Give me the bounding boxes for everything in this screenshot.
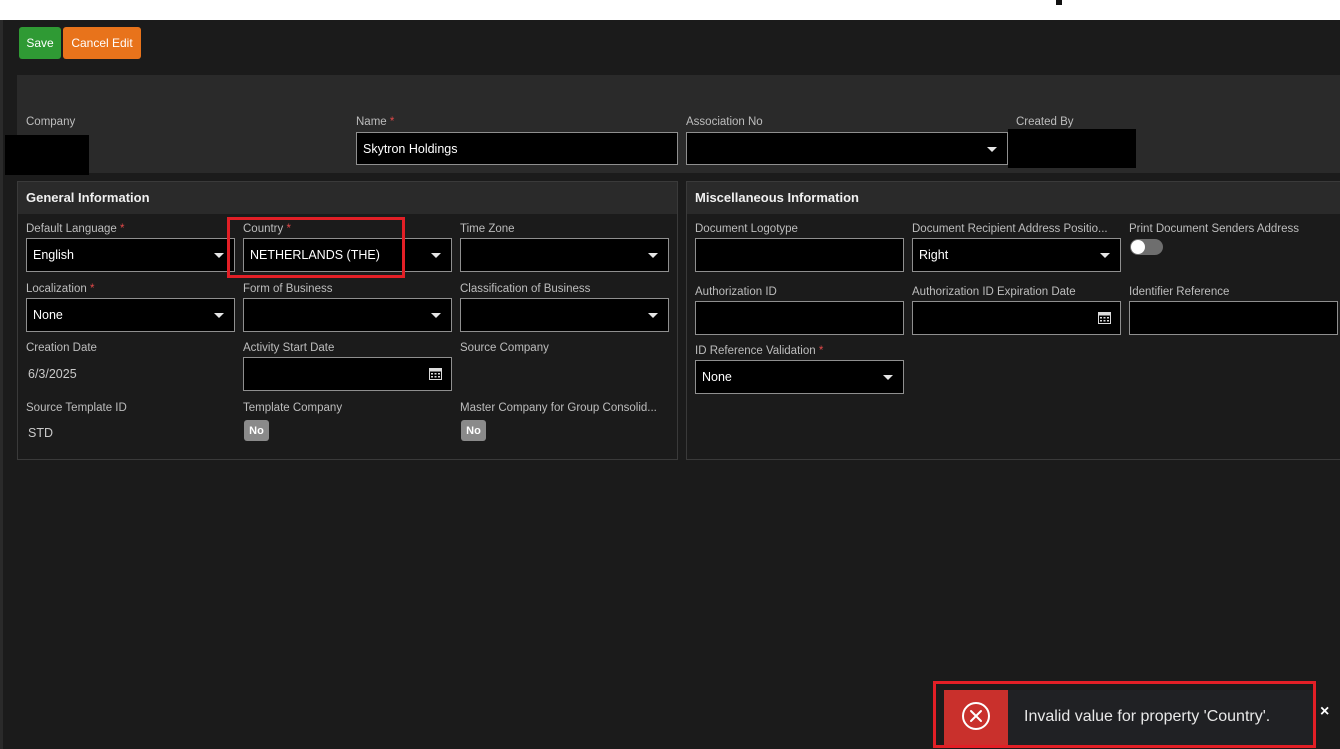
chevron-down-icon	[431, 313, 441, 318]
recipient-address-position-label: Document Recipient Address Positio...	[912, 223, 1108, 235]
cancel-edit-button[interactable]: Cancel Edit	[63, 27, 141, 59]
template-company-label: Template Company	[243, 402, 343, 414]
chevron-down-icon	[214, 313, 224, 318]
id-reference-validation-label: ID Reference Validation *	[695, 345, 824, 357]
toast-close-icon[interactable]: ×	[1320, 703, 1329, 721]
master-company-badge: No	[461, 420, 486, 441]
time-zone-label: Time Zone	[460, 223, 515, 235]
identifier-reference-label: Identifier Reference	[1129, 286, 1230, 298]
time-zone-select[interactable]	[460, 238, 669, 272]
general-information-panel: General Information Default Language * E…	[17, 181, 678, 460]
source-template-id-value: STD	[28, 426, 53, 440]
association-no-select[interactable]	[686, 132, 1008, 165]
miscellaneous-information-panel: Miscellaneous Information Document Logot…	[686, 181, 1340, 460]
localization-select[interactable]: None	[26, 298, 235, 332]
chevron-down-icon	[648, 253, 658, 258]
company-value-redacted	[5, 135, 89, 175]
document-logotype-label: Document Logotype	[695, 223, 798, 235]
association-no-label: Association No	[686, 116, 763, 128]
authorization-id-input[interactable]	[695, 301, 904, 335]
source-template-id-label: Source Template ID	[26, 402, 127, 414]
country-label: Country *	[243, 223, 291, 235]
authorization-id-expiration-input[interactable]	[912, 301, 1121, 335]
chevron-down-icon	[214, 253, 224, 258]
chevron-down-icon	[648, 313, 658, 318]
created-by-value-redacted	[1008, 129, 1136, 168]
form-of-business-label: Form of Business	[243, 283, 333, 295]
form-of-business-select[interactable]	[243, 298, 452, 332]
miscellaneous-information-header: Miscellaneous Information	[687, 182, 1340, 214]
calendar-icon[interactable]	[1098, 311, 1111, 324]
source-company-label: Source Company	[460, 342, 549, 354]
top-bar-mark	[1056, 0, 1062, 5]
chevron-down-icon	[431, 253, 441, 258]
panel-title: General Information	[26, 190, 150, 205]
country-select[interactable]: NETHERLANDS (THE)	[243, 238, 452, 272]
creation-date-label: Creation Date	[26, 342, 97, 354]
error-circle-x-icon	[961, 701, 991, 734]
name-input[interactable]: Skytron Holdings	[356, 132, 678, 165]
print-senders-address-label: Print Document Senders Address	[1129, 223, 1300, 235]
default-language-label: Default Language *	[26, 223, 125, 235]
name-label: Name *	[356, 116, 395, 128]
header-panel: Company Name * Skytron Holdings Associat…	[5, 75, 1340, 175]
toast-icon-box	[944, 690, 1008, 745]
error-toast: Invalid value for property 'Country'.	[944, 690, 1314, 745]
identifier-reference-input[interactable]	[1129, 301, 1338, 335]
panel-title: Miscellaneous Information	[695, 190, 859, 205]
created-by-label: Created By	[1016, 116, 1074, 128]
id-reference-validation-select[interactable]: None	[695, 360, 904, 394]
save-button[interactable]: Save	[19, 27, 61, 59]
default-language-select[interactable]: English	[26, 238, 235, 272]
chevron-down-icon	[1100, 253, 1110, 258]
creation-date-value: 6/3/2025	[28, 367, 77, 381]
template-company-badge: No	[244, 420, 269, 441]
left-edge	[0, 20, 3, 749]
print-senders-address-toggle[interactable]	[1130, 239, 1163, 255]
general-information-header: General Information	[18, 182, 677, 214]
chevron-down-icon	[987, 147, 997, 152]
recipient-address-position-select[interactable]: Right	[912, 238, 1121, 272]
toggle-knob	[1131, 240, 1145, 254]
toast-message: Invalid value for property 'Country'.	[1024, 708, 1271, 725]
top-bar	[0, 0, 1340, 20]
localization-label: Localization *	[26, 283, 95, 295]
company-label: Company	[26, 116, 76, 128]
calendar-icon[interactable]	[429, 367, 442, 380]
activity-start-date-input[interactable]	[243, 357, 452, 391]
chevron-down-icon	[883, 375, 893, 380]
classification-of-business-label: Classification of Business	[460, 283, 591, 295]
classification-of-business-select[interactable]	[460, 298, 669, 332]
authorization-id-label: Authorization ID	[695, 286, 777, 298]
master-company-label: Master Company for Group Consolid...	[460, 402, 657, 414]
document-logotype-input[interactable]	[695, 238, 904, 272]
activity-start-date-label: Activity Start Date	[243, 342, 335, 354]
authorization-id-expiration-label: Authorization ID Expiration Date	[912, 286, 1076, 298]
